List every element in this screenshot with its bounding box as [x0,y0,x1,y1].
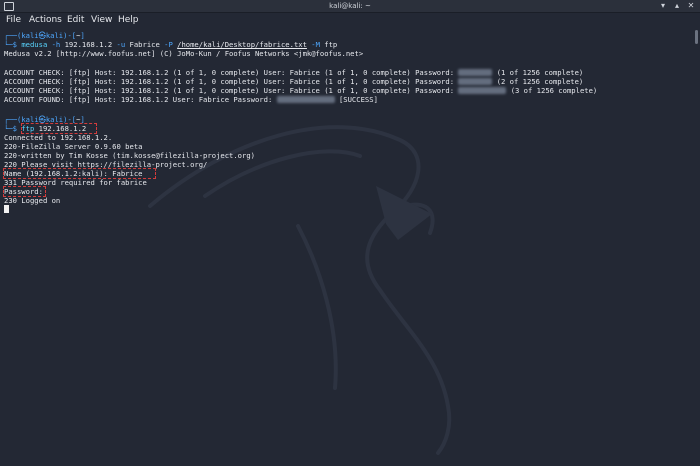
account-check-3: ACCOUNT CHECK: [ftp] Host: 192.168.1.2 (… [4,86,598,95]
window-title: kali@kali: ~ [329,2,371,10]
menu-view[interactable]: View [91,13,112,28]
title-bar: kali@kali: ~ ▾ ▴ ✕ [0,0,700,13]
maximize-icon[interactable]: ▴ [670,0,684,12]
menu-bar: File Actions Edit View Help [0,13,700,28]
ftp-output-line: 220-FileZilla Server 0.9.60 beta [4,142,143,151]
redacted-password [458,78,493,85]
redacted-password [458,69,493,76]
command-medusa: └─$ medusa -h 192.168.1.2 -u Fabrice -P … [4,40,338,49]
close-icon[interactable]: ✕ [684,0,698,12]
account-check-2: ACCOUNT CHECK: [ftp] Host: 192.168.1.2 (… [4,77,584,86]
menu-help[interactable]: Help [118,13,139,28]
ftp-output-line: 220-written by Tim Kosse (tim.kosse@file… [4,151,255,160]
menu-file[interactable]: File [6,13,21,28]
redacted-password [276,96,335,103]
terminal-cursor [4,205,9,213]
scrollbar[interactable] [694,28,700,466]
redacted-password [458,87,507,94]
menu-actions[interactable]: Actions [29,13,62,28]
terminal-window: kali@kali: ~ ▾ ▴ ✕ File Actions Edit Vie… [0,0,700,466]
terminal-area[interactable]: ┌──(kali㉿kali)-[~] └─$ medusa -h 192.168… [0,28,700,466]
menu-edit[interactable]: Edit [67,13,84,28]
ftp-output-line: Connected to 192.168.1.2. [4,133,113,142]
account-found: ACCOUNT FOUND: [ftp] Host: 192.168.1.2 U… [4,95,378,104]
medusa-banner: Medusa v2.2 [http://www.foofus.net] (C) … [4,49,364,58]
account-check-1: ACCOUNT CHECK: [ftp] Host: 192.168.1.2 (… [4,68,584,77]
ftp-logged-on-line: 230 Logged on [4,196,61,205]
prompt-line-top: ┌──(kali㉿kali)-[~] [4,31,85,40]
minimize-icon[interactable]: ▾ [656,0,670,12]
